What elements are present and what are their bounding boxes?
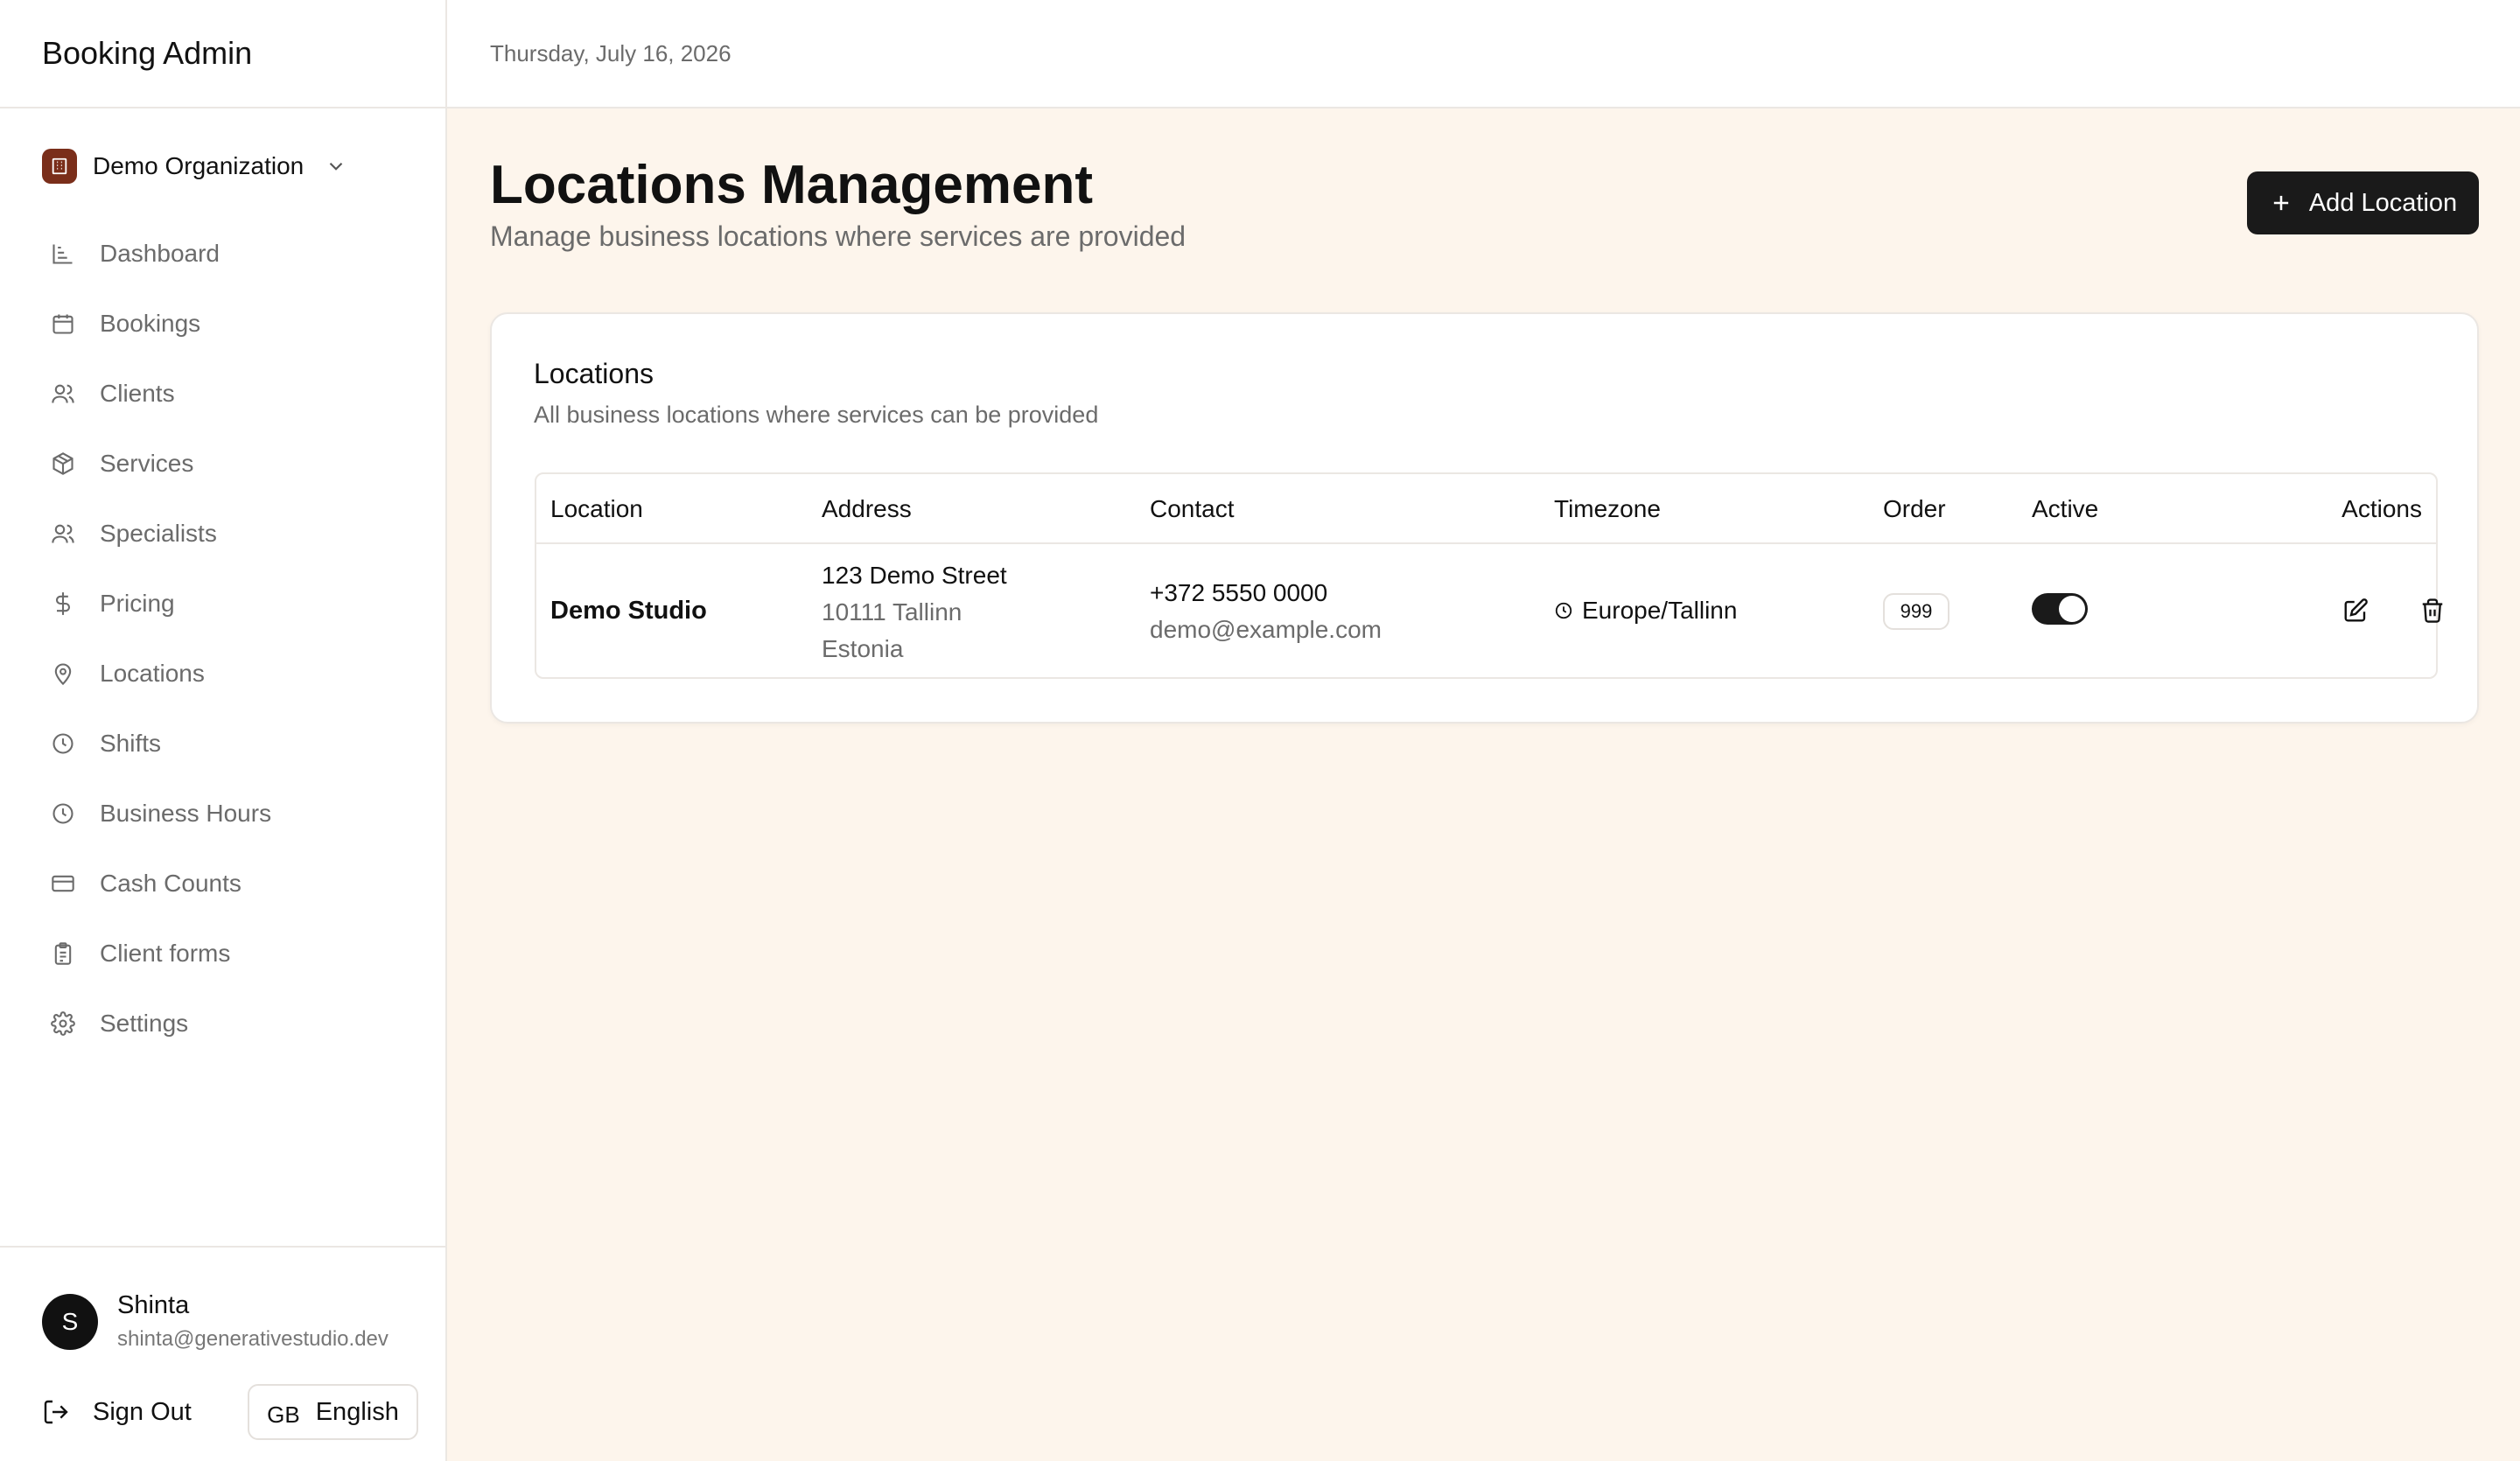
clock-icon xyxy=(49,730,77,758)
locations-table: Location Address Contact Timezone Order … xyxy=(535,472,2443,679)
user-email: shinta@generativestudio.dev xyxy=(117,1327,388,1351)
edit-button[interactable] xyxy=(2334,590,2376,632)
sidebar-item-settings[interactable]: Settings xyxy=(35,989,420,1059)
sidebar-item-label: Settings xyxy=(100,1010,189,1037)
clock-icon xyxy=(49,800,77,828)
active-toggle[interactable] xyxy=(2032,593,2088,625)
avatar: S xyxy=(42,1293,98,1350)
language-selector[interactable]: GB English xyxy=(248,1384,418,1440)
sidebar-item-label: Clients xyxy=(100,380,175,407)
sidebar-item-business-hours[interactable]: Business Hours xyxy=(35,779,420,849)
top-bar: Thursday, July 16, 2026 xyxy=(447,0,2520,108)
column-header-active: Active xyxy=(2032,495,2099,522)
chart-icon xyxy=(49,240,77,268)
sidebar: Booking Admin Demo Organization Dashboar… xyxy=(0,0,447,1461)
sidebar-item-label: Client forms xyxy=(100,940,231,967)
map-pin-icon xyxy=(49,660,77,688)
page-subtitle: Manage business locations where services… xyxy=(490,220,1186,252)
table-header: Location Address Contact Timezone Order … xyxy=(536,474,2436,544)
trash-icon xyxy=(2419,598,2446,624)
column-header-address: Address xyxy=(822,495,912,522)
contact-phone: +372 5550 0000 xyxy=(1150,579,1328,606)
card-title: Locations xyxy=(534,358,654,389)
sidebar-footer: S Shinta shinta@generativestudio.dev Sig… xyxy=(0,1246,445,1461)
log-out-icon xyxy=(42,1398,70,1426)
address-city: 10111 Tallinn xyxy=(822,598,962,626)
sidebar-item-pricing[interactable]: Pricing xyxy=(35,569,420,639)
clipboard-icon xyxy=(49,940,77,968)
sidebar-item-label: Pricing xyxy=(100,590,175,617)
sidebar-item-label: Specialists xyxy=(100,520,217,547)
edit-icon xyxy=(2342,598,2369,624)
column-header-order: Order xyxy=(1883,495,1946,522)
timezone-cell: Europe/Tallinn xyxy=(1554,597,1737,625)
contact-cell: +372 5550 0000 demo@example.com xyxy=(1150,579,1382,644)
address-street: 123 Demo Street xyxy=(822,562,1007,589)
user-profile: S Shinta shinta@generativestudio.dev xyxy=(42,1291,388,1352)
location-name: Demo Studio xyxy=(550,597,707,625)
sidebar-item-label: Bookings xyxy=(100,310,201,337)
language-code: GB xyxy=(267,1401,300,1428)
sign-out-button[interactable]: Sign Out xyxy=(42,1386,192,1438)
calendar-icon xyxy=(49,310,77,338)
sidebar-item-cash-counts[interactable]: Cash Counts xyxy=(35,849,420,919)
users-icon xyxy=(49,520,77,548)
table-row: Demo Studio 123 Demo Street 10111 Tallin… xyxy=(536,544,2443,679)
sidebar-item-label: Cash Counts xyxy=(100,870,242,897)
card-description: All business locations where services ca… xyxy=(534,402,1099,428)
sidebar-item-label: Locations xyxy=(100,660,205,687)
sidebar-item-locations[interactable]: Locations xyxy=(35,639,420,709)
column-header-contact: Contact xyxy=(1150,495,1235,522)
contact-email: demo@example.com xyxy=(1150,616,1382,643)
sidebar-item-specialists[interactable]: Specialists xyxy=(35,499,420,569)
sidebar-item-clients[interactable]: Clients xyxy=(35,359,420,429)
toggle-knob xyxy=(2059,596,2085,622)
sidebar-item-shifts[interactable]: Shifts xyxy=(35,709,420,779)
building-icon xyxy=(42,149,77,184)
sidebar-item-dashboard[interactable]: Dashboard xyxy=(35,219,420,289)
sidebar-item-client-forms[interactable]: Client forms xyxy=(35,919,420,989)
delete-button[interactable] xyxy=(2412,590,2454,632)
page-title: Locations Management xyxy=(490,155,1093,215)
column-header-actions: Actions xyxy=(2342,495,2422,522)
sidebar-item-label: Shifts xyxy=(100,730,162,757)
chevron-down-icon xyxy=(325,155,347,178)
sidebar-nav: Dashboard Bookings Clients Services Spec… xyxy=(35,219,420,1059)
sidebar-item-label: Dashboard xyxy=(100,240,220,267)
locations-card: Locations All business locations where s… xyxy=(490,312,2479,724)
gear-icon xyxy=(49,1010,77,1038)
column-header-timezone: Timezone xyxy=(1554,495,1661,522)
add-location-button[interactable]: Add Location xyxy=(2247,171,2479,234)
current-date: Thursday, July 16, 2026 xyxy=(490,39,732,66)
address-cell: 123 Demo Street 10111 Tallinn Estonia xyxy=(822,562,1007,663)
address-country: Estonia xyxy=(822,635,904,662)
sidebar-item-label: Business Hours xyxy=(100,800,272,827)
package-icon xyxy=(49,450,77,478)
sidebar-item-bookings[interactable]: Bookings xyxy=(35,289,420,359)
sidebar-item-services[interactable]: Services xyxy=(35,429,420,499)
column-header-location: Location xyxy=(550,495,643,522)
organization-selector[interactable]: Demo Organization xyxy=(42,145,347,187)
sign-out-label: Sign Out xyxy=(93,1397,192,1426)
add-location-label: Add Location xyxy=(2308,188,2458,217)
plus-icon xyxy=(2269,191,2293,215)
dollar-icon xyxy=(49,590,77,618)
clock-icon xyxy=(1554,601,1573,620)
user-name: Shinta xyxy=(117,1291,190,1319)
organization-name: Demo Organization xyxy=(93,152,304,179)
timezone-value: Europe/Tallinn xyxy=(1582,597,1738,624)
users-icon xyxy=(49,380,77,408)
sidebar-item-label: Services xyxy=(100,450,194,477)
order-badge: 999 xyxy=(1883,593,1950,630)
language-label: English xyxy=(315,1397,399,1426)
credit-card-icon xyxy=(49,870,77,898)
app-title: Booking Admin xyxy=(0,0,445,108)
